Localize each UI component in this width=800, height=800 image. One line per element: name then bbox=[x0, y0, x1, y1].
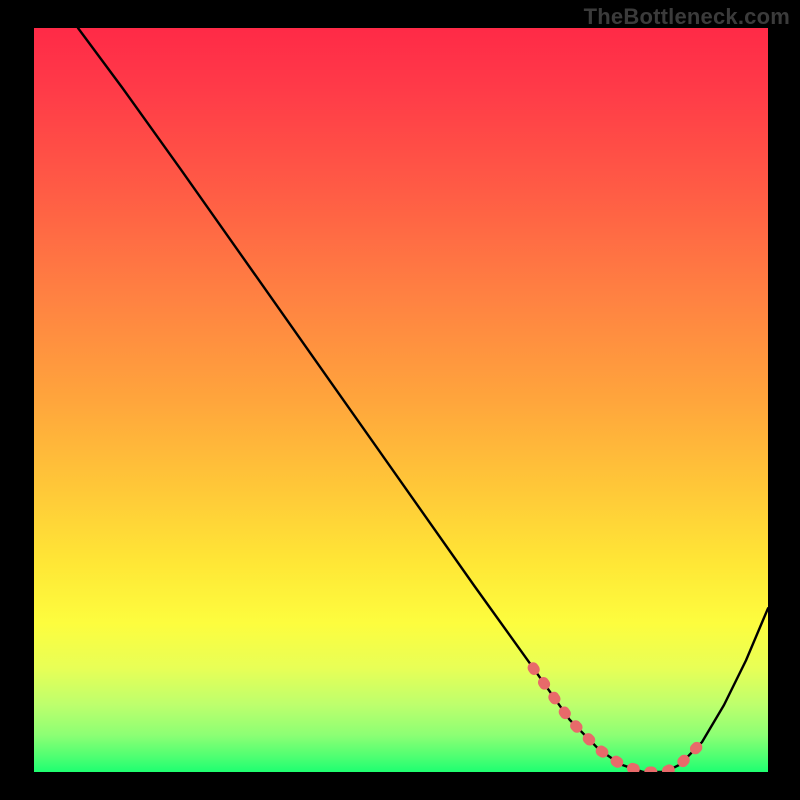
plot-area bbox=[34, 28, 768, 772]
optimal-zone-highlight bbox=[533, 668, 702, 772]
chart-container: TheBottleneck.com bbox=[0, 0, 800, 800]
watermark-text: TheBottleneck.com bbox=[584, 4, 790, 30]
plot-svg bbox=[34, 28, 768, 772]
bottleneck-curve bbox=[78, 28, 768, 772]
